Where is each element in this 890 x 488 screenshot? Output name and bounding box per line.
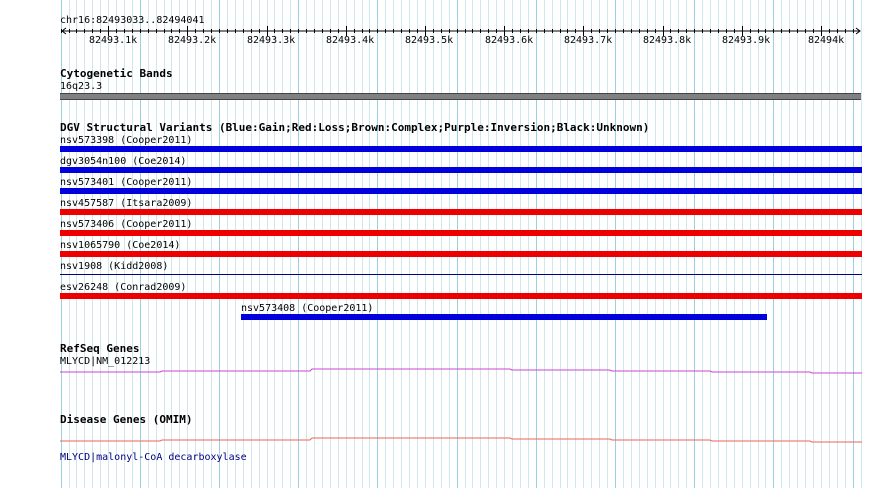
variant-bar-gain[interactable]	[60, 188, 862, 194]
variant-bar-gain[interactable]	[60, 146, 862, 152]
variant-bar-loss[interactable]	[60, 209, 862, 215]
variant-label: nsv573406 (Cooper2011)	[60, 219, 193, 230]
ruler-tick-label: 82493.4k	[326, 35, 375, 46]
cytoband-track-title[interactable]: Cytogenetic Bands	[60, 68, 173, 79]
variant-bar-loss[interactable]	[60, 251, 862, 257]
variant-label: dgv3054n100 (Coe2014)	[60, 156, 187, 167]
variant-label: nsv1065790 (Coe2014)	[60, 240, 181, 251]
ruler-tick-label: 82493.9k	[722, 35, 771, 46]
variant-label: nsv573398 (Cooper2011)	[60, 135, 193, 146]
dgv-track-title[interactable]: DGV Structural Variants (Blue:Gain;Red:L…	[60, 122, 649, 133]
cytoband-bar[interactable]	[60, 93, 861, 100]
disease-gene-model[interactable]	[0, 433, 890, 447]
disease-track-title[interactable]: Disease Genes (OMIM)	[60, 414, 192, 425]
ruler-tick-label: 82493.3k	[247, 35, 296, 46]
ruler-tick-label: 82493.8k	[643, 35, 692, 46]
cytoband-label: 16q23.3	[60, 81, 103, 92]
variant-label: esv26248 (Conrad2009)	[60, 282, 187, 293]
ruler-tick-label: 82493.7k	[564, 35, 613, 46]
refseq-track-title[interactable]: RefSeq Genes	[60, 343, 139, 354]
variant-label: nsv457587 (Itsara2009)	[60, 198, 193, 209]
ruler-tick-label: 82494k	[808, 35, 845, 46]
variant-bar-gain[interactable]	[60, 167, 862, 173]
variant-line-unknown[interactable]	[60, 274, 862, 275]
variant-bar-gain[interactable]	[241, 314, 767, 320]
variant-label: nsv573401 (Cooper2011)	[60, 177, 193, 188]
variant-bar-loss[interactable]	[60, 230, 862, 236]
variant-label: nsv1908 (Kidd2008)	[60, 261, 169, 272]
ruler-tick-label: 82493.5k	[405, 35, 454, 46]
ruler-tick-label: 82493.2k	[168, 35, 217, 46]
ruler-tick-label: 82493.1k	[89, 35, 138, 46]
ruler-tick-label: 82493.6k	[485, 35, 534, 46]
variant-bar-loss[interactable]	[60, 293, 862, 299]
variant-label: nsv573408 (Cooper2011)	[241, 303, 374, 314]
refseq-gene-model[interactable]	[0, 364, 890, 378]
disease-gene-link[interactable]: MLYCD|malonyl-CoA decarboxylase	[60, 452, 247, 463]
ruler-coordinates: chr16:82493033..82494041	[60, 15, 205, 26]
